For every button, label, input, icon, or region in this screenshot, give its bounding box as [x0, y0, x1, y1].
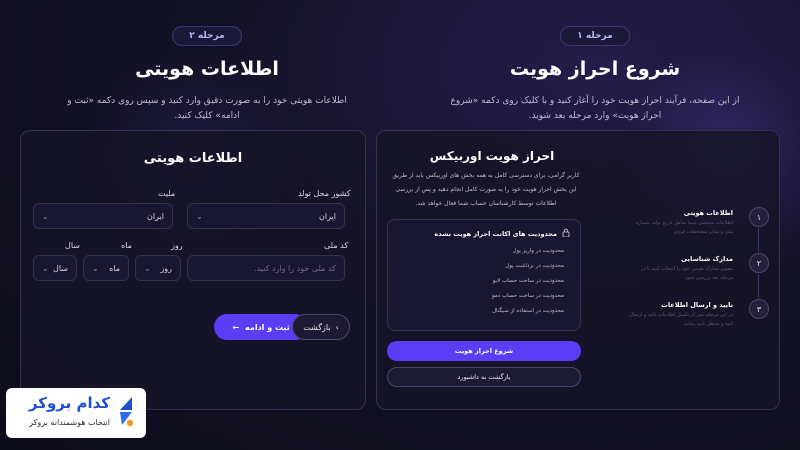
- list-item: محدودیت در استفاده از سیگنال: [492, 308, 564, 314]
- chevron-right-icon: ›: [335, 322, 339, 332]
- step2-title: اطلاعات هویتی: [135, 58, 279, 80]
- step-number: ۳: [749, 299, 769, 319]
- step1-description: از این صفحه، فرآیند احراز هویت خود را آغ…: [450, 96, 740, 121]
- list-item: محدودیت در ساخت حساب دمو: [492, 293, 564, 299]
- step-title: اطلاعات هویتی: [683, 209, 733, 217]
- year-value: سال: [53, 263, 68, 273]
- step2-header: مرحله ۲ اطلاعات هویتی اطلاعات هویتی خود …: [22, 0, 392, 124]
- national-code-label: کد ملی: [324, 241, 349, 250]
- step1-title: شروع احراز هویت: [509, 58, 681, 80]
- day-label: روز: [171, 241, 183, 250]
- list-item: محدودیت در واریز پول: [512, 248, 564, 254]
- nationality-label: ملیت: [158, 189, 176, 198]
- month-label: ماه: [121, 241, 132, 250]
- start-kyc-button[interactable]: شروع احراز هویت: [387, 341, 581, 361]
- day-value: روز: [160, 263, 172, 273]
- day-select[interactable]: روز ⌄: [135, 255, 181, 281]
- birth-country-select[interactable]: ایران ⌄: [187, 203, 345, 229]
- chevron-down-icon: ⌄: [42, 263, 49, 273]
- chevron-down-icon: ⌄: [42, 211, 49, 221]
- kyc-title: احراز هویت اوربیکس: [429, 149, 555, 163]
- brand-logo: کدام بروکر انتخاب هوشمندانه بروکر: [6, 388, 146, 438]
- account-limits-box: محدودیت های اکانت احراز هویت نشده محدودی…: [387, 219, 581, 331]
- limits-title: محدودیت های اکانت احراز هویت نشده: [434, 229, 557, 238]
- limits-list: محدودیت در واریز پول محدودیت در برداشت پ…: [398, 248, 570, 314]
- chevron-down-icon: ⌄: [196, 211, 203, 221]
- birth-country-value: ایران: [319, 211, 336, 221]
- form-title: اطلاعات هویتی: [143, 151, 243, 166]
- national-code-input[interactable]: کد ملی خود را وارد کنید.: [187, 255, 345, 281]
- step-title: تایید و ارسال اطلاعات: [661, 301, 733, 309]
- lock-icon: [562, 228, 570, 239]
- year-label: سال: [65, 241, 80, 250]
- chevron-down-icon: ⌄: [144, 263, 151, 273]
- month-select[interactable]: ماه ⌄: [83, 255, 129, 281]
- step1-badge: مرحله ۱: [560, 26, 630, 46]
- arrow-left-icon: ←: [232, 322, 240, 332]
- identity-form-panel: اطلاعات هویتی ملیت ایران ⌄ کشور محل تولد…: [20, 130, 366, 410]
- logo-mark-icon: [120, 397, 134, 427]
- timeline-step-3: ۳ تایید و ارسال اطلاعات در این مرحله پس …: [619, 299, 769, 349]
- step-description: تصویر مدارک هویتی خود را انتخاب کنید تا …: [640, 266, 733, 281]
- step-number: ۱: [749, 207, 769, 227]
- list-item: محدودیت در ساخت حساب لایو: [492, 278, 564, 284]
- month-value: ماه: [109, 263, 120, 273]
- kyc-start-panel: احراز هویت اوربیکس کاربر گرامی، برای دست…: [376, 130, 780, 410]
- submit-label: ثبت و ادامه: [245, 322, 290, 332]
- step2-description: اطلاعات هویتی خود را به صورت دقیق وارد ک…: [67, 96, 347, 121]
- back-to-dashboard-button[interactable]: بازگشت به داشبورد: [387, 367, 581, 387]
- nationality-select[interactable]: ایران ⌄: [33, 203, 173, 229]
- nationality-value: ایران: [147, 211, 164, 221]
- step-description: اطلاعات شخصی شما شامل تاریخ تولد، شماره …: [635, 220, 733, 235]
- step-title: مدارک شناسایی: [680, 255, 733, 263]
- step-number: ۲: [749, 253, 769, 273]
- back-label: بازگشت: [303, 322, 331, 332]
- national-code-placeholder: کد ملی خود را وارد کنید.: [254, 263, 336, 273]
- list-item: محدودیت در برداشت پول: [505, 263, 564, 269]
- timeline-connector: [758, 274, 759, 298]
- kyc-description: کاربر گرامی، برای دسترسی کامل به همه بخش…: [392, 172, 580, 207]
- logo-name: کدام بروکر: [28, 394, 110, 412]
- birth-country-label: کشور محل تولد: [298, 189, 351, 198]
- year-select[interactable]: سال ⌄: [33, 255, 77, 281]
- step2-badge: مرحله ۲: [172, 26, 242, 46]
- limits-title-row: محدودیت های اکانت احراز هویت نشده: [398, 228, 570, 239]
- chevron-down-icon: ⌄: [92, 263, 99, 273]
- back-button[interactable]: › بازگشت: [292, 314, 350, 340]
- timeline-connector: [758, 228, 759, 252]
- step-description: در این مرحله پس از تکمیل اطلاعات تایید و…: [629, 312, 733, 327]
- timeline-step-1: ۱ اطلاعات هویتی اطلاعات شخصی شما شامل تا…: [619, 207, 769, 257]
- logo-tagline: انتخاب هوشمندانه بروکر: [29, 418, 110, 427]
- timeline-step-2: ۲ مدارک شناسایی تصویر مدارک هویتی خود را…: [619, 253, 769, 303]
- step1-header: مرحله ۱ شروع احراز هویت از این صفحه، فرآ…: [410, 0, 780, 124]
